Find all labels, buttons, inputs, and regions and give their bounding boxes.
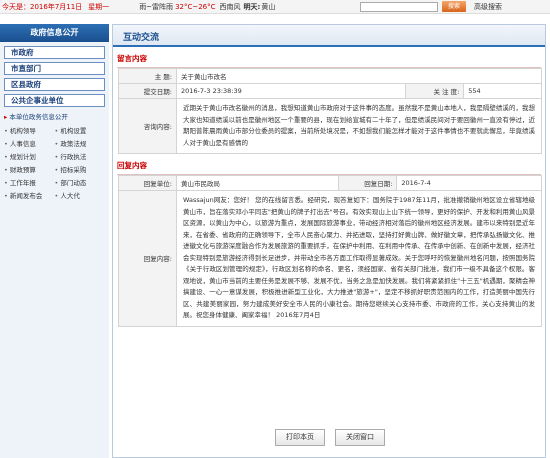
sidebar-item-city-government[interactable]: 市政府 — [4, 46, 105, 59]
advanced-search-link[interactable]: 高级搜索 — [474, 2, 502, 12]
close-window-button[interactable]: 关闭窗口 — [335, 429, 385, 446]
reply-date-value: 2016-7-4 — [396, 175, 542, 191]
button-bar: 打印本页 关闭窗口 — [113, 429, 547, 449]
main-panel: 互动交流 留言内容 主 题: 关于黄山市改名 提交日期: 2016-7-3 23… — [112, 24, 546, 458]
wind-text: 西南风 — [219, 2, 241, 11]
reply-text: Wassajun网友：您好！ 您的在线留言悉。经研究，现答复如下：国务院于198… — [176, 190, 542, 327]
sidebar-link[interactable]: 机构设置 — [55, 125, 106, 135]
sidebar-link-grid: 机构领导 机构设置 人事信息 政策法规 规划计划 行政执法 财政预算 招标采购 … — [4, 125, 105, 200]
table-row: 咨询内容: 近期关于黄山市改名徽州的消息，我想知道黄山市政府对于这件事的态度。虽… — [118, 98, 542, 154]
inquiry-text: 近期关于黄山市改名徽州的消息，我想知道黄山市政府对于这件事的态度。虽然我不是黄山… — [176, 98, 542, 154]
sidebar-item-county-governments[interactable]: 区县政府 — [4, 78, 105, 91]
weekday-text: 星期一 — [88, 2, 110, 11]
sidebar-link[interactable]: 招标采购 — [55, 164, 106, 174]
sidebar-link[interactable]: 新闻发布会 — [4, 190, 55, 200]
search-input[interactable] — [360, 2, 438, 12]
table-row: 主 题: 关于黄山市改名 — [118, 68, 542, 84]
arrow-icon: ▸ — [4, 113, 8, 121]
tomorrow-value: 黄山 — [261, 2, 276, 11]
tab-interactive-exchange[interactable]: 互动交流 — [115, 29, 167, 47]
sidebar-link[interactable]: 行政执法 — [55, 151, 106, 161]
table-row: 回复内容: Wassajun网友：您好！ 您的在线留言悉。经研究，现答复如下：国… — [118, 190, 542, 327]
submit-date-value: 2016-7-3 23:38:39 — [175, 83, 407, 99]
top-bar: 今天是：2016年7月11日 星期一 雨~雷阵雨 32°C~26°C 西南风 明… — [0, 0, 550, 14]
sidebar-sub-heading: ▸ 本单位政务信息公开 — [4, 111, 105, 121]
sidebar-category-list: 市政府 市直部门 区县政府 公共企事业单位 — [4, 46, 105, 107]
tomorrow-label: 明天: — [243, 2, 261, 11]
attention-label: 关 注 度: — [405, 83, 465, 99]
reply-unit-label: 回复单位: — [118, 175, 177, 191]
sidebar-link[interactable]: 机构领导 — [4, 125, 55, 135]
message-table: 主 题: 关于黄山市改名 提交日期: 2016-7-3 23:38:39 关 注… — [118, 68, 542, 154]
attention-value: 554 — [463, 83, 542, 99]
sidebar-link[interactable]: 工作年报 — [4, 177, 55, 187]
main-header: 互动交流 — [113, 25, 545, 47]
reply-unit-value: 黄山市民政局 — [175, 175, 340, 191]
sidebar-link[interactable]: 人事信息 — [4, 138, 55, 148]
subject-value: 关于黄山市改名 — [176, 68, 542, 84]
sidebar-link[interactable]: 部门动态 — [55, 177, 106, 187]
sidebar-item-city-departments[interactable]: 市直部门 — [4, 62, 105, 75]
sidebar-item-public-institutions[interactable]: 公共企事业单位 — [4, 94, 105, 107]
submit-date-label: 提交日期: — [118, 83, 177, 99]
sidebar-link[interactable]: 财政预算 — [4, 164, 55, 174]
reply-content-label: 回复内容: — [118, 190, 177, 327]
subject-label: 主 题: — [118, 68, 177, 84]
weather-text: 雨~雷阵雨 — [139, 2, 174, 11]
search-button[interactable]: 搜索 — [442, 1, 466, 12]
sidebar-sub-heading-text: 本单位政务信息公开 — [9, 113, 68, 121]
reply-table: 回复单位: 黄山市民政局 回复日期: 2016-7-4 回复内容: Wassaj… — [118, 175, 542, 327]
reply-date-label: 回复日期: — [338, 175, 398, 191]
inquiry-label: 咨询内容: — [118, 98, 177, 154]
sidebar-link[interactable]: 人大代 — [55, 190, 106, 200]
print-button[interactable]: 打印本页 — [275, 429, 325, 446]
temperature-text: 32°C~26°C — [175, 2, 216, 11]
date-text: 今天是：2016年7月11日 — [2, 2, 83, 11]
sidebar-title: 政府信息公开 — [0, 24, 109, 42]
table-row: 提交日期: 2016-7-3 23:38:39 关 注 度: 554 — [118, 83, 542, 99]
message-section-title: 留言内容 — [117, 53, 541, 68]
reply-section-title: 回复内容 — [117, 160, 541, 175]
sidebar-link[interactable]: 规划计划 — [4, 151, 55, 161]
sidebar-link[interactable]: 政策法规 — [55, 138, 106, 148]
sidebar: 政府信息公开 市政府 市直部门 区县政府 公共企事业单位 ▸ 本单位政务信息公开… — [0, 24, 109, 458]
table-row: 回复单位: 黄山市民政局 回复日期: 2016-7-4 — [118, 175, 542, 191]
